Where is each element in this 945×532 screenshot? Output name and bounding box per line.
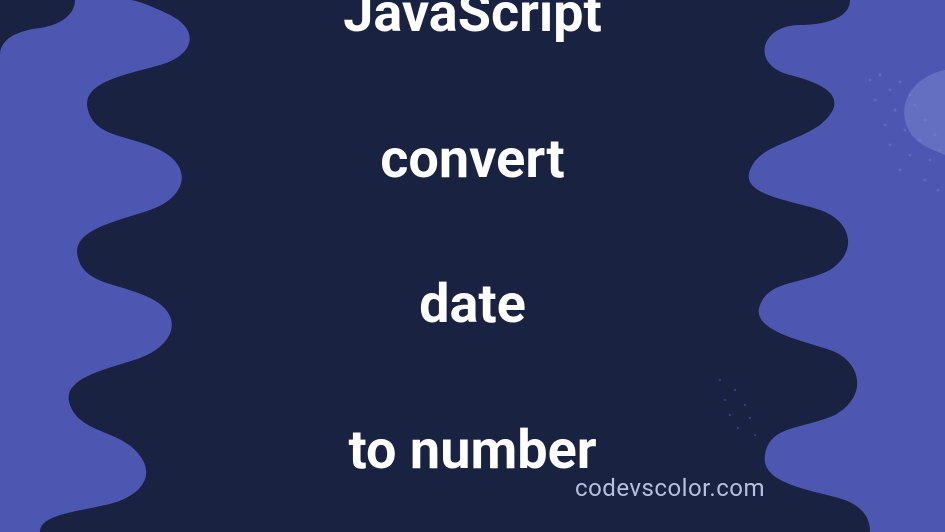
headline-line-3: date — [343, 270, 602, 343]
banner-headline: JavaScript convert date to number — [343, 0, 602, 532]
site-attribution: codevscolor.com — [575, 474, 765, 502]
headline-line-2: convert — [343, 124, 602, 197]
blog-banner: JavaScript convert date to number codevs… — [0, 0, 945, 532]
headline-line-1: JavaScript — [343, 0, 602, 51]
headline-line-4: to number — [343, 415, 602, 488]
